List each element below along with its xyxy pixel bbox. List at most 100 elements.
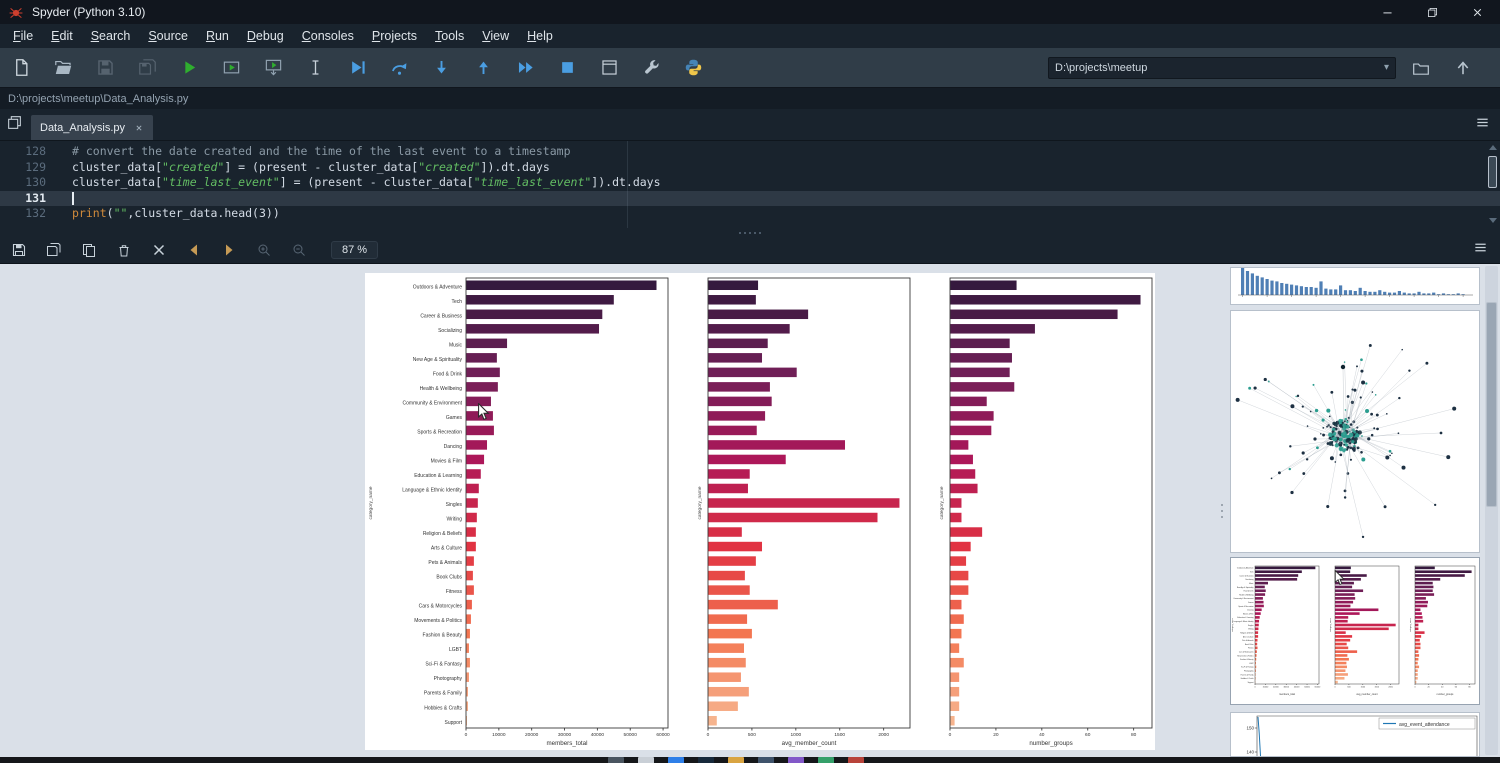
code-line-129[interactable]: 129cluster_data["created"] = (present - … [0,160,1500,176]
svg-text:40: 40 [1039,732,1045,738]
zoom-out-icon[interactable] [288,239,310,261]
scroll-up-icon[interactable] [1489,145,1497,150]
plots-options-menu-icon[interactable] [1473,240,1488,260]
pane-splitter-vertical[interactable] [1220,264,1224,757]
debug-file-icon[interactable] [344,55,370,81]
code-editor[interactable]: 128# convert the date created and the ti… [0,141,1500,228]
maximize-button[interactable] [1410,0,1455,24]
browse-directory-icon[interactable] [1408,55,1434,81]
plot-thumbnail-bar-panels[interactable]: Outdoors & AdventureTechCareer & Busines… [1230,557,1480,705]
svg-text:2000: 2000 [1388,687,1393,689]
close-button[interactable] [1455,0,1500,24]
remove-all-plots-icon[interactable] [148,239,170,261]
save-plot-icon[interactable] [8,239,30,261]
plot-thumbnail-network[interactable] [1230,310,1480,553]
plot-thumbnail-line[interactable]: avg_event_attendance150140 [1230,712,1480,757]
parent-directory-icon[interactable] [1450,55,1476,81]
taskbar-app-icon[interactable] [608,757,624,763]
svg-text:Photography: Photography [1244,670,1254,673]
step-over-icon[interactable] [386,55,412,81]
save-all-icon[interactable] [134,55,160,81]
code-line-132[interactable]: 132print("",cluster_data.head(3)) [0,206,1500,222]
step-out-icon[interactable] [470,55,496,81]
taskbar-app-icon[interactable] [788,757,804,763]
svg-text:members_total: members_total [547,740,588,747]
remove-plot-icon[interactable] [113,239,135,261]
menu-view[interactable]: View [473,26,518,46]
save-icon[interactable] [92,55,118,81]
taskbar-app-icon[interactable] [818,757,834,763]
svg-text:80: 80 [1131,732,1137,738]
plot-thumbnail-histogram[interactable] [1230,267,1480,305]
preferences-icon[interactable] [638,55,664,81]
taskbar-app-icon[interactable] [848,757,864,763]
svg-text:Fitness: Fitness [446,589,463,595]
continue-icon[interactable] [512,55,538,81]
taskbar-app-icon[interactable] [668,757,684,763]
tab-data-analysis[interactable]: Data_Analysis.py [31,115,153,140]
browse-tabs-icon[interactable] [6,114,23,136]
menu-consoles[interactable]: Consoles [293,26,363,46]
copy-plot-icon[interactable] [78,239,100,261]
menu-search[interactable]: Search [82,26,140,46]
run-cell-icon[interactable] [218,55,244,81]
new-file-icon[interactable] [8,55,34,81]
save-all-plots-icon[interactable] [43,239,65,261]
svg-text:Religion & Beliefs: Religion & Beliefs [1240,632,1253,634]
windows-taskbar[interactable] [0,757,1500,763]
svg-text:1500: 1500 [1375,687,1380,689]
plots-scrollbar-thumb[interactable] [1486,302,1497,507]
menu-tools[interactable]: Tools [426,26,473,46]
svg-text:20000: 20000 [525,732,539,738]
spyder-logo-icon [8,4,24,20]
taskbar-app-icon[interactable] [758,757,774,763]
svg-text:60000: 60000 [1315,687,1321,689]
run-cell-advance-icon[interactable] [260,55,286,81]
taskbar-app-icon[interactable] [728,757,744,763]
menu-projects[interactable]: Projects [363,26,426,46]
plots-scrollbar[interactable] [1485,266,1498,755]
code-line-131[interactable]: 131 [0,191,1500,207]
taskbar-app-icon[interactable] [638,757,654,763]
menu-debug[interactable]: Debug [238,26,293,46]
step-into-icon[interactable] [428,55,454,81]
working-directory-value: D:\projects\meetup [1055,62,1384,74]
menu-file[interactable]: File [4,26,42,46]
svg-text:40000: 40000 [591,732,605,738]
working-directory-combobox[interactable]: D:\projects\meetup ▾ [1048,57,1396,79]
taskbar-app-icon[interactable] [698,757,714,763]
maximize-pane-icon[interactable] [596,55,622,81]
pythonpath-icon[interactable] [680,55,706,81]
minimize-button[interactable] [1365,0,1410,24]
menu-source[interactable]: Source [139,26,197,46]
zoom-in-icon[interactable] [253,239,275,261]
previous-plot-icon[interactable] [183,239,205,261]
pane-splitter-horizontal[interactable] [0,228,1500,237]
code-line-130[interactable]: 130cluster_data["time_last_event"] = (pr… [0,175,1500,191]
taskbar-icons[interactable] [608,757,864,763]
svg-text:0: 0 [707,732,710,738]
svg-text:Tech: Tech [1250,572,1254,574]
menu-edit[interactable]: Edit [42,26,82,46]
menu-bar: FileEditSearchSourceRunDebugConsolesProj… [0,24,1500,48]
svg-text:Socializing: Socializing [438,328,462,334]
editor-lines: 128# convert the date created and the ti… [0,144,1500,222]
open-file-icon[interactable] [50,55,76,81]
next-plot-icon[interactable] [218,239,240,261]
stop-icon[interactable] [554,55,580,81]
editor-scrollbar-thumb[interactable] [1488,156,1497,188]
editor-scrollbar[interactable] [1486,142,1499,226]
line-number: 128 [0,144,46,160]
menu-help[interactable]: Help [518,26,562,46]
scroll-down-icon[interactable] [1489,218,1497,223]
toolbar-right-group [1408,55,1492,81]
menu-run[interactable]: Run [197,26,238,46]
code-line-128[interactable]: 128# convert the date created and the ti… [0,144,1500,160]
tab-close-icon[interactable] [134,123,144,133]
editor-options-menu-icon[interactable] [1475,115,1490,135]
run-selection-icon[interactable] [302,55,328,81]
zoom-level: 87 % [331,241,378,259]
run-icon[interactable] [176,55,202,81]
svg-text:1000: 1000 [790,732,801,738]
text-caret [72,192,74,205]
